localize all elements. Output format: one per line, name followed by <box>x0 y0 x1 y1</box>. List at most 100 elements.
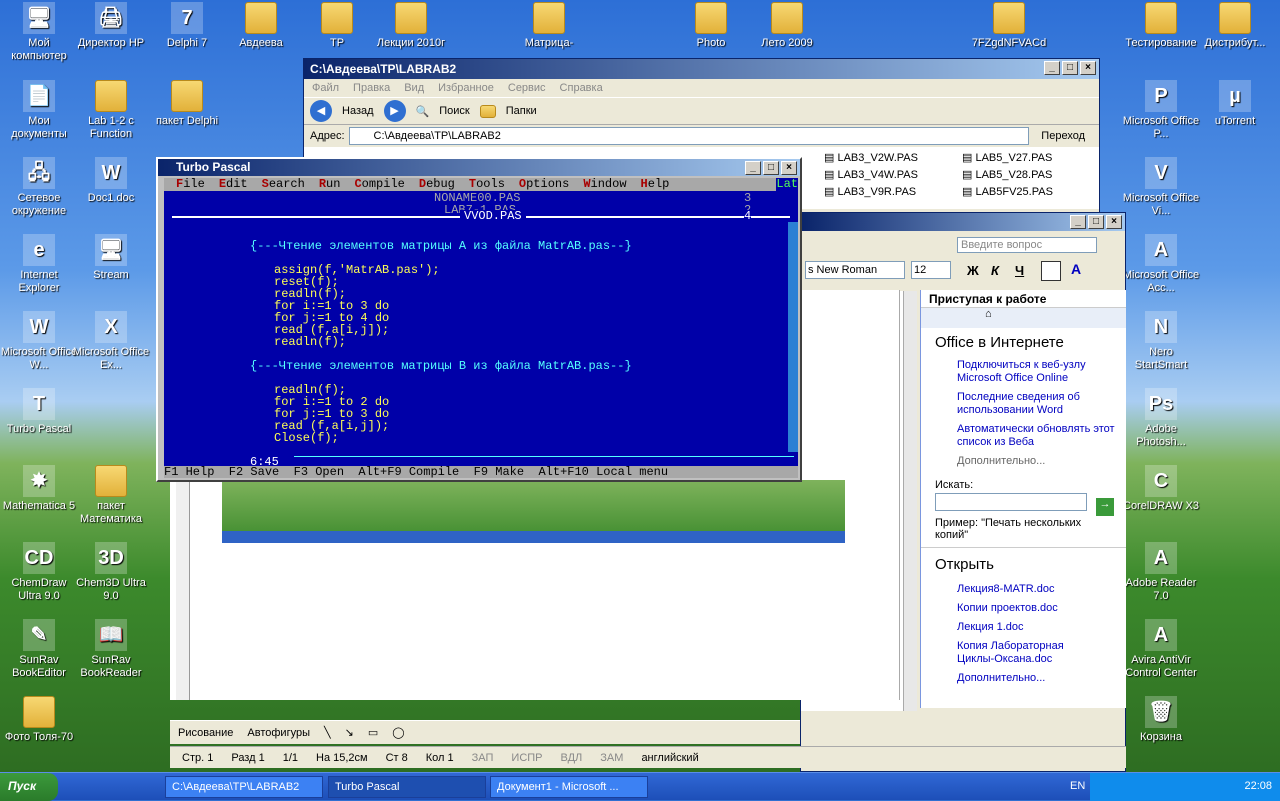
bold-button[interactable]: Ж <box>967 263 979 278</box>
desktop-icon[interactable]: 3D Chem3D Ultra 9.0 <box>72 542 150 603</box>
close-button[interactable]: × <box>781 161 797 175</box>
desktop-icon[interactable]: Лето 2009 <box>748 2 826 50</box>
file-item[interactable]: ▤ LAB5_V27.PAS <box>962 151 1052 164</box>
menu-view[interactable]: Вид <box>404 82 424 94</box>
search-button[interactable]: Поиск <box>439 105 469 117</box>
desktop-icon[interactable]: Лекции 2010г <box>372 2 450 50</box>
desktop-icon[interactable]: 🖧 Сетевое окружение <box>0 157 78 218</box>
desktop-icon[interactable]: T Turbo Pascal <box>0 388 78 436</box>
turbo-menu-item[interactable]: Window <box>583 178 626 191</box>
rectangle-icon[interactable]: ▭ <box>368 726 378 739</box>
turbo-menu-item[interactable]: Search <box>262 178 305 191</box>
close-button[interactable]: × <box>1106 215 1122 229</box>
drawing-menu[interactable]: Рисование <box>178 727 233 739</box>
turbo-pascal-window[interactable]: Turbo Pascal _ □ × File Edit Search Run Compil… <box>156 157 802 482</box>
folders-button[interactable]: Папки <box>506 105 537 117</box>
desktop-icon[interactable]: Тестирование <box>1122 2 1200 50</box>
back-button[interactable]: Назад <box>342 105 374 117</box>
desktop-icon[interactable]: ✎ SunRav BookEditor <box>0 619 78 680</box>
word-titlebar[interactable]: _ □ × <box>801 213 1125 231</box>
turbo-menu-item[interactable]: Tools <box>469 178 505 191</box>
recent-document-link[interactable]: Лекция 1.doc <box>957 619 1090 638</box>
desktop-icon[interactable]: A Adobe Reader 7.0 <box>1122 542 1200 603</box>
font-select[interactable]: s New Roman <box>805 261 905 279</box>
oval-icon[interactable]: ◯ <box>392 726 404 739</box>
desktop-icon[interactable]: 7FZgdNFVACd <box>970 2 1048 50</box>
office-link[interactable]: Подключиться к веб-узлу Microsoft Office… <box>931 357 1116 389</box>
forward-icon[interactable]: ▶ <box>383 100 406 122</box>
file-item[interactable]: ▤ LAB3_V9R.PAS <box>824 185 916 198</box>
desktop-icon[interactable]: 📖 SunRav BookReader <box>72 619 150 680</box>
maximize-button[interactable]: □ <box>1062 61 1078 75</box>
turbo-menu-item[interactable]: Help <box>641 178 670 191</box>
menu-edit[interactable]: Правка <box>353 82 390 94</box>
menu-favorites[interactable]: Избранное <box>438 82 494 94</box>
help-search-input[interactable]: Введите вопрос <box>957 237 1097 253</box>
recent-document-link[interactable]: Копии проектов.doc <box>957 600 1090 619</box>
turbo-menu-item[interactable]: Options <box>519 178 569 191</box>
language-indicator[interactable]: EN <box>1070 780 1085 792</box>
desktop-icon[interactable]: P Microsoft Office P... <box>1122 80 1200 141</box>
turbo-menu-item[interactable]: Run <box>319 178 341 191</box>
turbo-screen[interactable]: File Edit Search Run Compile Debug Tools Option… <box>164 178 798 478</box>
turbo-menu-item[interactable]: File <box>176 178 205 191</box>
desktop-icon[interactable]: X Microsoft Office Ex... <box>72 311 150 372</box>
vertical-scrollbar[interactable] <box>788 222 798 452</box>
desktop-icon[interactable]: пакет Математика <box>72 465 150 526</box>
back-icon[interactable]: ◀ <box>310 100 332 122</box>
pane-search-input[interactable] <box>935 493 1087 511</box>
recent-document-link[interactable]: Лекция8-MATR.doc <box>957 581 1090 600</box>
office-link[interactable]: Последние сведения об использовании Word <box>931 389 1116 421</box>
desktop-icon[interactable]: Photo <box>672 2 750 50</box>
desktop-icon[interactable]: W Doc1.doc <box>72 157 150 205</box>
desktop-icon[interactable]: N Nero StartSmart <box>1122 311 1200 372</box>
desktop-icon[interactable]: Дистрибут... <box>1196 2 1274 50</box>
turbo-menu-item[interactable]: Edit <box>219 178 248 191</box>
maximize-button[interactable]: □ <box>1088 215 1104 229</box>
recent-document-link[interactable]: Копия Лабораторная Циклы-Оксана.doc <box>957 638 1090 670</box>
address-input[interactable]: C:\Авдеева\TP\LABRAB2 <box>348 127 1030 145</box>
italic-button[interactable]: К <box>991 263 999 278</box>
menu-tools[interactable]: Сервис <box>508 82 546 94</box>
autoshapes-menu[interactable]: Автофигуры <box>247 727 310 739</box>
turbo-menu-item[interactable]: Compile <box>354 178 404 191</box>
task-turbo-pascal[interactable]: Turbo Pascal <box>328 776 486 798</box>
minimize-button[interactable]: _ <box>745 161 761 175</box>
window-title-1[interactable]: VVOD.PAS <box>460 210 526 222</box>
desktop-icon[interactable]: пакет Delphi <box>148 80 226 128</box>
arrow-icon[interactable]: ↘ <box>345 726 354 739</box>
underline-button[interactable]: Ч <box>1015 263 1024 278</box>
desktop-icon[interactable]: TP <box>298 2 376 50</box>
search-go-button[interactable]: → <box>1096 498 1114 516</box>
home-icon[interactable]: ⌂ <box>985 308 992 320</box>
desktop-icon[interactable]: Фото Толя-70 <box>0 696 78 744</box>
desktop-icon[interactable]: 🗑 Корзина <box>1122 696 1200 744</box>
menu-help[interactable]: Справка <box>560 82 603 94</box>
desktop-icon[interactable]: 📄 Мои документы <box>0 80 78 141</box>
file-item[interactable]: ▤ LAB3_V4W.PAS <box>824 168 918 181</box>
desktop-icon[interactable]: Матрица- <box>510 2 588 50</box>
desktop-icon[interactable]: Lab 1-2 с Function <box>72 80 150 141</box>
desktop-icon[interactable]: ✸ Mathematica 5 <box>0 465 78 513</box>
desktop-icon[interactable]: 7 Delphi 7 <box>148 2 226 50</box>
desktop-icon[interactable]: 🖥 Мой компьютер <box>0 2 78 63</box>
font-color-icon[interactable]: A <box>1071 261 1081 277</box>
desktop-icon[interactable]: W Microsoft Office W... <box>0 311 78 372</box>
font-size-select[interactable]: 12 <box>911 261 951 279</box>
desktop-icon[interactable]: 🖥 Stream <box>72 234 150 282</box>
more-link[interactable]: Дополнительно... <box>921 453 1126 469</box>
turbo-titlebar[interactable]: Turbo Pascal _ □ × <box>158 159 800 176</box>
line-icon[interactable]: ╲ <box>324 726 331 739</box>
file-item[interactable]: ▤ LAB5_V28.PAS <box>962 168 1052 181</box>
task-word[interactable]: Документ1 - Microsoft ... <box>490 776 648 798</box>
office-link[interactable]: Автоматически обновлять этот список из В… <box>931 421 1116 453</box>
open-more-link[interactable]: Дополнительно... <box>921 670 1126 687</box>
start-button[interactable]: Пуск <box>0 773 58 801</box>
file-item[interactable]: ▤ LAB3_V2W.PAS <box>824 151 918 164</box>
minimize-button[interactable]: _ <box>1070 215 1086 229</box>
desktop-icon[interactable]: µ uTorrent <box>1196 80 1274 128</box>
desktop-icon[interactable]: e Internet Explorer <box>0 234 78 295</box>
desktop-icon[interactable]: 🖨 Директор HP <box>72 2 150 50</box>
turbo-menu-item[interactable]: Debug <box>419 178 455 191</box>
explorer-titlebar[interactable]: C:\Авдеева\TP\LABRAB2 _ □ × <box>304 59 1099 79</box>
